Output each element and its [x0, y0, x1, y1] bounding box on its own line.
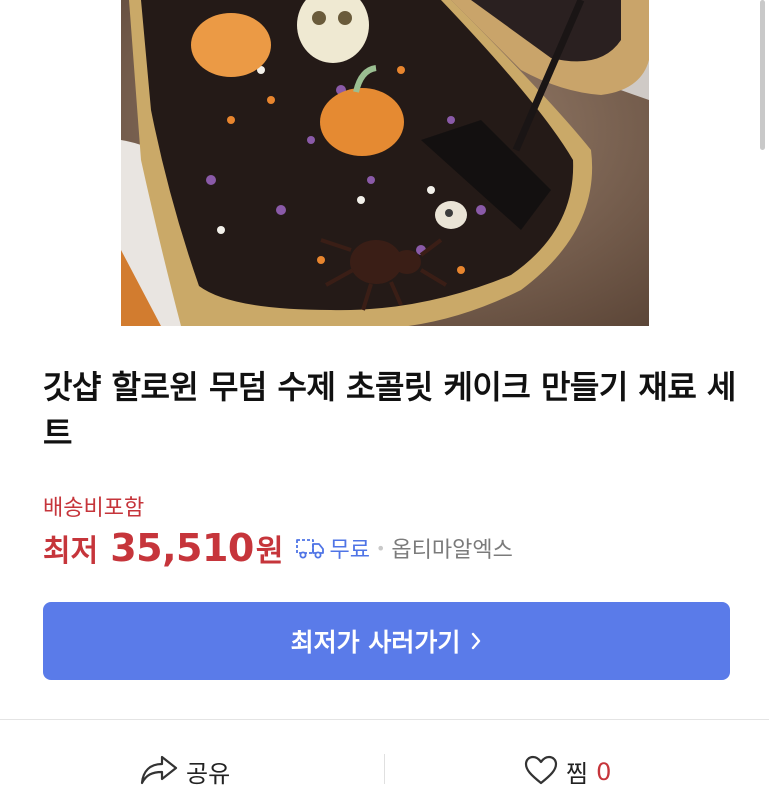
delivery-truck-icon: [295, 536, 325, 560]
product-photo[interactable]: [121, 0, 649, 326]
shipping-included-note: 배송비포함: [43, 496, 145, 521]
price-currency-unit: 원: [255, 534, 284, 569]
info-separator: •: [375, 538, 386, 558]
like-count: 0: [596, 757, 612, 786]
share-label: 공유: [186, 760, 231, 788]
chevron-right-icon: [470, 631, 482, 651]
free-delivery-label: 무료: [329, 538, 370, 563]
like-button[interactable]: 찜 0: [524, 754, 611, 789]
buy-button-label: 최저가 사러가기: [290, 628, 461, 657]
seller-name[interactable]: 옵티마알엑스: [391, 532, 512, 564]
bottom-bar-separator: [384, 754, 385, 784]
price-prefix: 최저: [43, 534, 99, 569]
price-amount: 35,510: [110, 526, 254, 570]
heart-icon: [524, 755, 558, 789]
price-row: 최저 35,510 원 무료 • 옵티마알엑스: [43, 524, 513, 572]
buy-lowest-price-button[interactable]: 최저가 사러가기: [43, 602, 730, 680]
share-button[interactable]: 공유: [140, 754, 230, 789]
scrollbar-thumb[interactable]: [760, 0, 765, 150]
like-label: 찜: [566, 760, 589, 788]
share-arrow-icon: [140, 755, 178, 789]
product-title: 갓샵 할로윈 무덤 수제 초콜릿 케이크 만들기 재료 세트: [43, 368, 736, 452]
product-image-area: [0, 0, 769, 340]
bottom-action-bar: 공유 찜 0: [0, 720, 769, 788]
